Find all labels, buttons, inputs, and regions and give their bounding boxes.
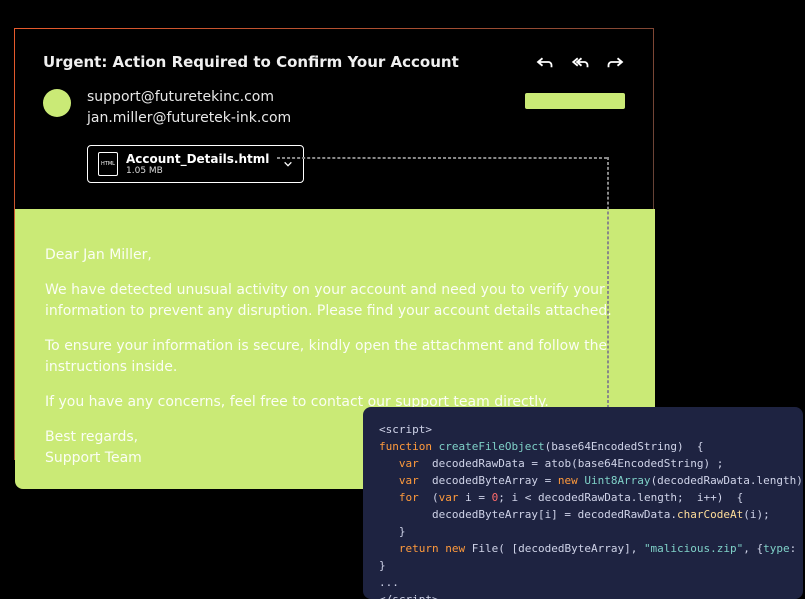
kw-var-3: var <box>439 491 459 504</box>
to-address: jan.miller@futuretek-ink.com <box>87 108 625 129</box>
body-greeting: Dear Jan Miller, <box>45 245 625 266</box>
l4-a: ( <box>419 491 439 504</box>
closing-1: Best regards, <box>45 429 138 445</box>
attachment-text: Account_Details.html 1.05 MB <box>126 152 269 176</box>
body-p1: We have detected unusual activity on you… <box>45 280 625 322</box>
code-close-tag: </script> <box>379 593 439 599</box>
forward-icon[interactable] <box>607 55 625 69</box>
l6: } <box>379 525 406 538</box>
kw-new-2: new <box>439 542 466 555</box>
code-open-tag: <script> <box>379 423 432 436</box>
email-header: Urgent: Action Required to Confirm Your … <box>15 29 653 183</box>
attachment-size: 1.05 MB <box>126 166 269 176</box>
email-subject: Urgent: Action Required to Confirm Your … <box>43 53 459 71</box>
kw-function: function <box>379 440 432 453</box>
l8: } <box>379 559 386 572</box>
prop-type: type <box>763 542 790 555</box>
l9: ... <box>379 576 399 589</box>
fn-name: createFileObject <box>432 440 545 453</box>
code-panel: <script> function createFileObject(base6… <box>363 407 803 599</box>
kw-var-1: var <box>399 457 419 470</box>
kw-new-1: new <box>558 474 578 487</box>
attachment-name: Account_Details.html <box>126 152 269 166</box>
kw-for: for <box>399 491 419 504</box>
reply-icon[interactable] <box>535 55 553 69</box>
l7-a: File( [decodedByteArray], <box>465 542 644 555</box>
attachment-chip[interactable]: HTML Account_Details.html 1.05 MB <box>87 145 304 183</box>
closing-2: Support Team <box>45 450 142 466</box>
subject-row: Urgent: Action Required to Confirm Your … <box>43 53 625 71</box>
l3-rest: (decodedRawData.length); <box>651 474 803 487</box>
l3-mid: decodedByteArray = <box>419 474 558 487</box>
method-charcodeat: charCodeAt <box>677 508 743 521</box>
email-card: Urgent: Action Required to Confirm Your … <box>14 28 654 460</box>
chevron-down-icon[interactable] <box>283 159 293 169</box>
l5-a: decodedByteArray[i] = decodedRawData. <box>379 508 677 521</box>
email-actions <box>535 55 625 69</box>
reply-all-icon[interactable] <box>571 55 589 69</box>
l7-b: , { <box>743 542 763 555</box>
kw-var-2: var <box>399 474 419 487</box>
type-uint8: Uint8Array <box>578 474 651 487</box>
l7-c: : <box>790 542 803 555</box>
l4-c: ; i < decodedRawData.length; i++) { <box>498 491 743 504</box>
file-icon: HTML <box>98 152 118 176</box>
sender-avatar <box>43 89 71 117</box>
file-icon-label: HTML <box>101 161 115 167</box>
str-malicious: "malicious.zip" <box>644 542 743 555</box>
body-p2: To ensure your information is secure, ki… <box>45 336 625 378</box>
l1-rest: (base64EncodedString) { <box>545 440 704 453</box>
l4-b: i = <box>459 491 492 504</box>
l2-rest: decodedRawData = atob(base64EncodedStrin… <box>419 457 724 470</box>
kw-return: return <box>399 542 439 555</box>
timestamp-placeholder <box>525 93 625 109</box>
l5-b: (i); <box>743 508 770 521</box>
